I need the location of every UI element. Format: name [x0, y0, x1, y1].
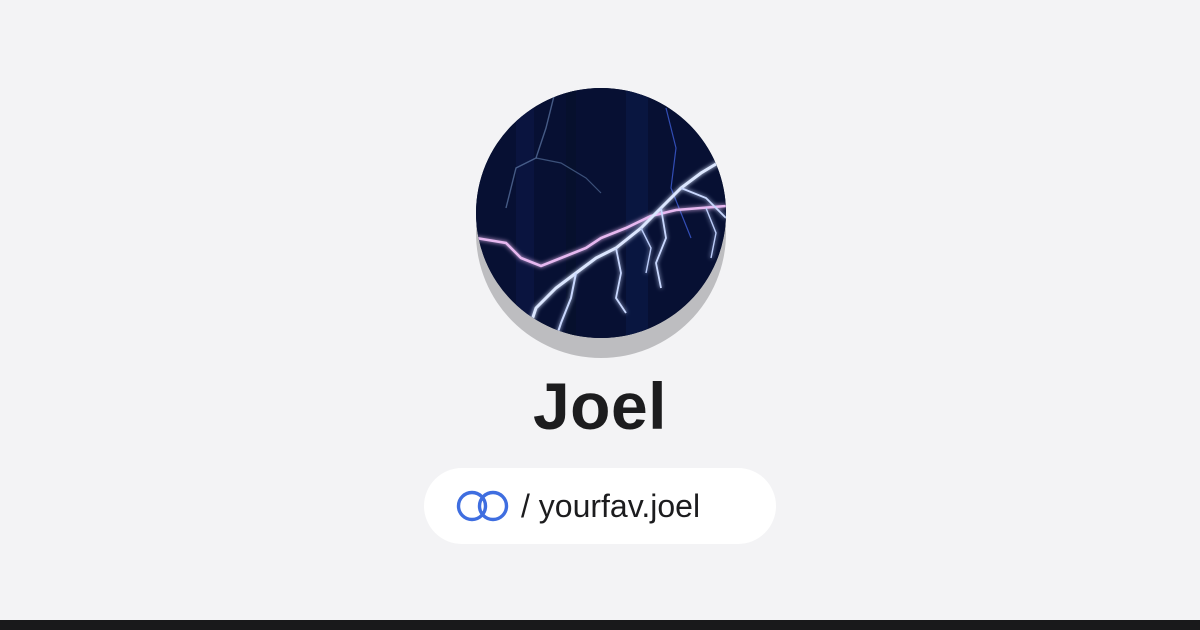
handle-text: / yourfav.joel — [521, 488, 700, 525]
profile-avatar-wrapper — [476, 88, 726, 358]
bottom-bar — [0, 620, 1200, 630]
handle-link-pill[interactable]: / yourfav.joel — [424, 468, 776, 544]
handle-prefix: / — [521, 487, 539, 524]
linked-rings-icon — [455, 489, 511, 523]
avatar — [476, 88, 726, 338]
profile-name: Joel — [532, 369, 668, 443]
lightning-avatar — [476, 88, 726, 338]
handle-username: yourfav.joel — [538, 487, 701, 524]
